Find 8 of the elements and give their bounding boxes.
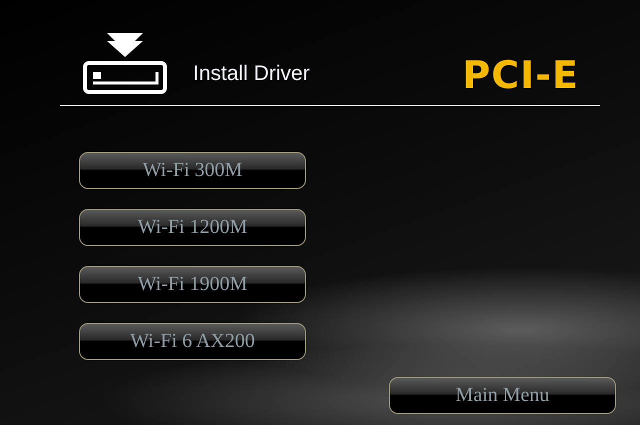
page-title: Install Driver [193, 62, 310, 86]
driver-button[interactable]: Wi-Fi 300M [79, 152, 306, 189]
main-menu-button[interactable]: Main Menu [389, 377, 616, 414]
driver-button[interactable]: Wi-Fi 1200M [79, 209, 306, 246]
logo: PCI-E [462, 55, 579, 95]
driver-button[interactable]: Wi-Fi 1900M [79, 266, 306, 303]
download-drive-icon [83, 33, 167, 95]
driver-button[interactable]: Wi-Fi 6 AX200 [79, 323, 306, 360]
